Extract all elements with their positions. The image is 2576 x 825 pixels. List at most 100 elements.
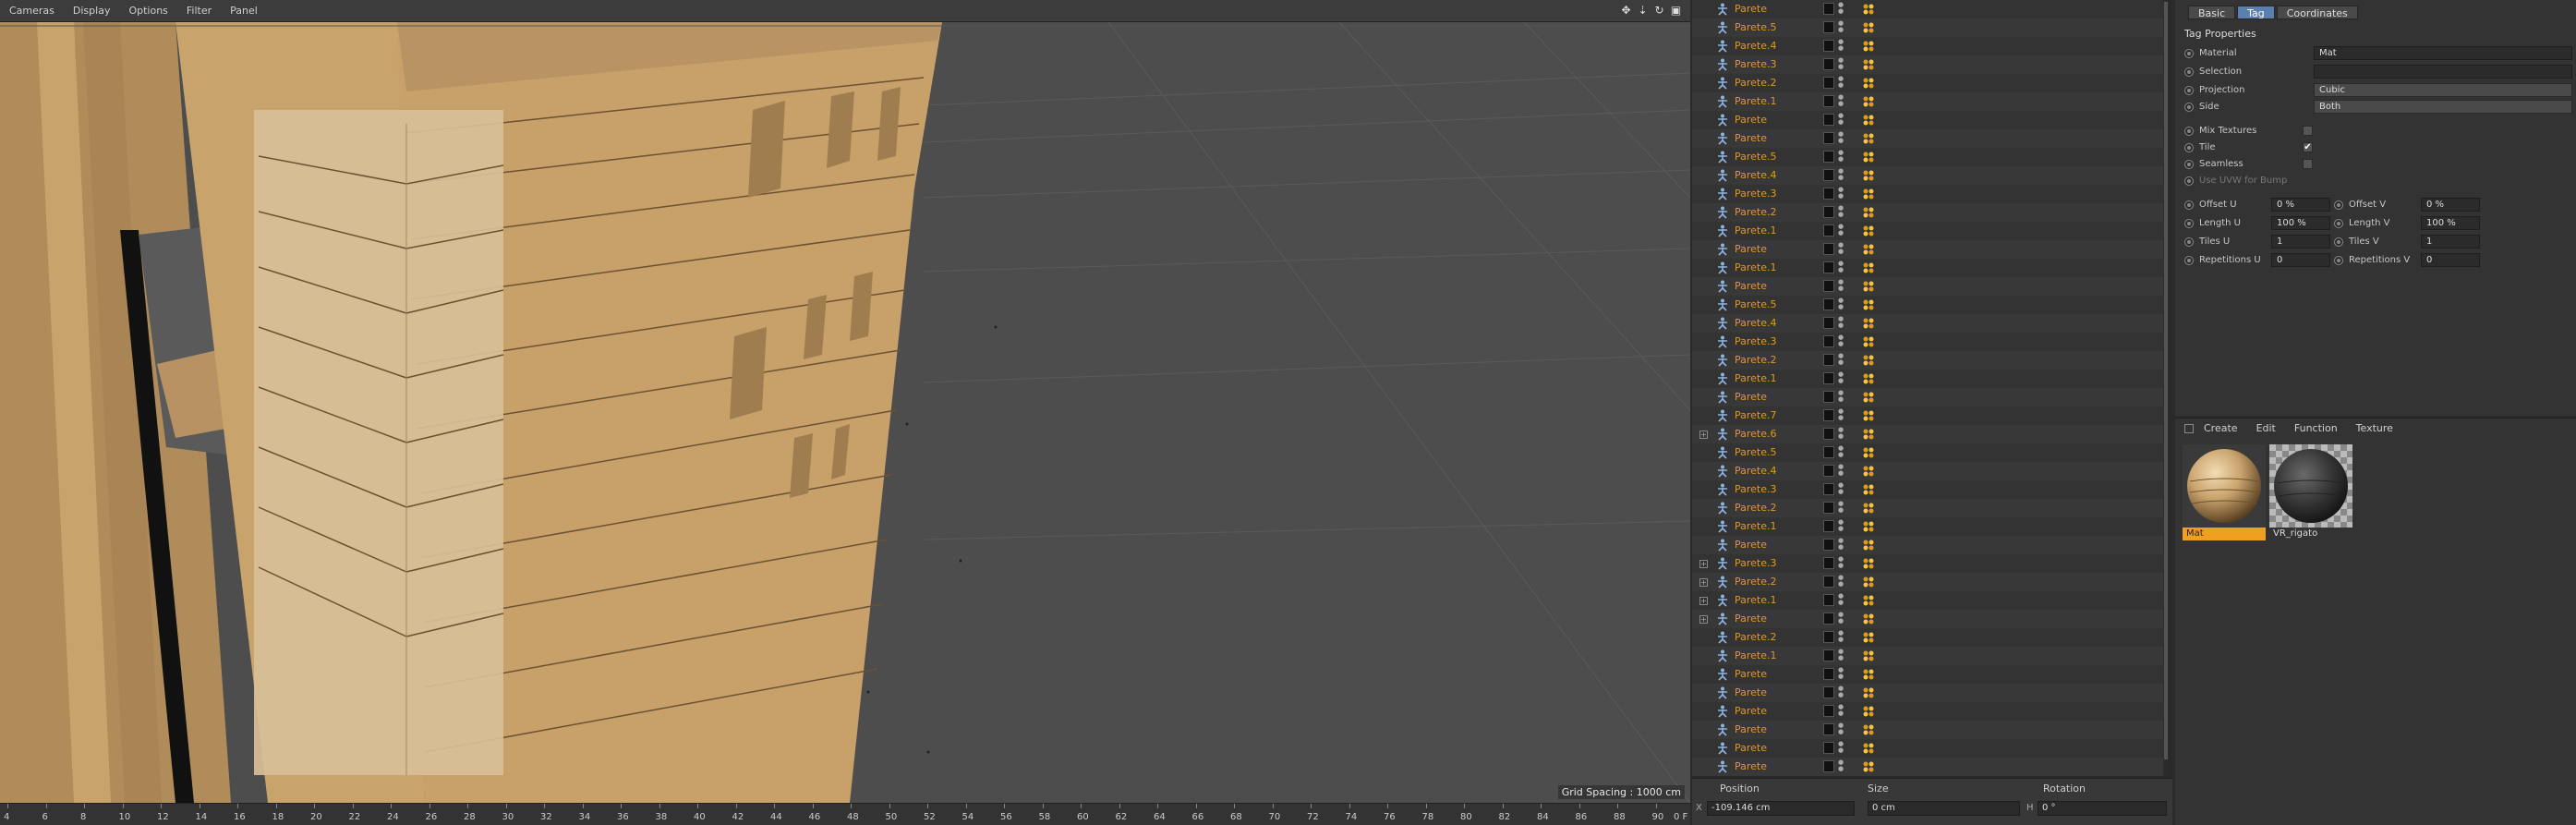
object-name[interactable]: Parete bbox=[1735, 114, 1767, 126]
menu-cameras[interactable]: Cameras bbox=[0, 5, 64, 17]
animate-dot-icon[interactable] bbox=[2334, 200, 2343, 210]
move-view-icon[interactable]: ✥ bbox=[1619, 4, 1633, 18]
visibility-dots-icon[interactable]: ● ● bbox=[1838, 593, 1844, 608]
texture-tag-icon[interactable] bbox=[1862, 613, 1875, 625]
texture-tag-icon[interactable] bbox=[1862, 483, 1875, 496]
object-name[interactable]: Parete bbox=[1735, 280, 1767, 292]
visibility-dots-icon[interactable]: ● ● bbox=[1838, 704, 1844, 719]
3d-scene[interactable] bbox=[0, 22, 1690, 803]
visibility-dots-icon[interactable]: ● ● bbox=[1838, 353, 1844, 368]
texture-tag-icon[interactable] bbox=[1862, 428, 1875, 441]
object-manager-scrollbar[interactable] bbox=[2163, 0, 2169, 776]
visibility-dots-icon[interactable]: ● ● bbox=[1838, 39, 1844, 54]
object-name[interactable]: Parete.2 bbox=[1735, 206, 1777, 218]
object-name[interactable]: Parete.6 bbox=[1735, 428, 1777, 440]
animate-dot-icon[interactable] bbox=[2334, 256, 2343, 265]
animate-dot-icon[interactable] bbox=[2184, 176, 2194, 186]
visibility-dots-icon[interactable]: ● ● bbox=[1838, 649, 1844, 663]
expand-icon[interactable]: + bbox=[1699, 597, 1708, 605]
texture-tag-icon[interactable] bbox=[1862, 354, 1875, 367]
visibility-dots-icon[interactable]: ● ● bbox=[1838, 224, 1844, 238]
texture-tag-icon[interactable] bbox=[1862, 649, 1875, 662]
object-row[interactable]: + Parete ● ● bbox=[1692, 610, 2168, 628]
object-name[interactable]: Parete.4 bbox=[1735, 169, 1777, 181]
object-name[interactable]: Parete.7 bbox=[1735, 409, 1777, 421]
visibility-dots-icon[interactable]: ● ● bbox=[1838, 759, 1844, 774]
animate-dot-icon[interactable] bbox=[2184, 103, 2194, 112]
layer-color-swatch[interactable] bbox=[1823, 760, 1834, 772]
material-swatch-vr-rigato[interactable]: VR_rigato bbox=[2269, 444, 2352, 540]
texture-tag-icon[interactable] bbox=[1862, 391, 1875, 404]
layer-color-swatch[interactable] bbox=[1823, 502, 1834, 514]
texture-tag-icon[interactable] bbox=[1862, 705, 1875, 718]
layer-color-swatch[interactable] bbox=[1823, 298, 1834, 310]
visibility-dots-icon[interactable]: ● ● bbox=[1838, 316, 1844, 331]
object-row[interactable]: + Parete.6 ● ● bbox=[1692, 425, 2168, 443]
texture-tag-icon[interactable] bbox=[1862, 132, 1875, 145]
texture-tag-icon[interactable] bbox=[1862, 631, 1875, 644]
object-name[interactable]: Parete bbox=[1735, 132, 1767, 144]
visibility-dots-icon[interactable]: ● ● bbox=[1838, 630, 1844, 645]
object-name[interactable]: Parete bbox=[1735, 723, 1767, 735]
layer-color-swatch[interactable] bbox=[1823, 224, 1834, 237]
object-name[interactable]: Parete.5 bbox=[1735, 298, 1777, 310]
object-name[interactable]: Parete bbox=[1735, 243, 1767, 255]
texture-tag-icon[interactable] bbox=[1862, 151, 1875, 164]
menu-edit[interactable]: Edit bbox=[2248, 422, 2284, 434]
texture-tag-icon[interactable] bbox=[1862, 723, 1875, 736]
visibility-dots-icon[interactable]: ● ● bbox=[1838, 390, 1844, 405]
viewport[interactable]: Cameras Display Options Filter Panel ✥ ⇣… bbox=[0, 0, 1690, 825]
layer-color-swatch[interactable] bbox=[1823, 335, 1834, 347]
layer-color-swatch[interactable] bbox=[1823, 132, 1834, 144]
tiles-u-field[interactable]: 1 bbox=[2271, 235, 2330, 249]
offset-u-field[interactable]: 0 % bbox=[2271, 198, 2330, 212]
length-v-field[interactable]: 100 % bbox=[2421, 216, 2480, 230]
layer-color-swatch[interactable] bbox=[1823, 594, 1834, 606]
object-name[interactable]: Parete bbox=[1735, 668, 1767, 680]
visibility-dots-icon[interactable]: ● ● bbox=[1838, 168, 1844, 183]
animate-dot-icon[interactable] bbox=[2184, 49, 2194, 58]
object-name[interactable]: Parete.2 bbox=[1735, 576, 1777, 588]
projection-dropdown[interactable]: Cubic bbox=[2314, 83, 2572, 97]
visibility-dots-icon[interactable]: ● ● bbox=[1838, 187, 1844, 201]
visibility-dots-icon[interactable]: ● ● bbox=[1838, 575, 1844, 589]
layer-color-swatch[interactable] bbox=[1823, 354, 1834, 366]
object-name[interactable]: Parete.4 bbox=[1735, 317, 1777, 329]
animate-dot-icon[interactable] bbox=[2184, 256, 2194, 265]
visibility-dots-icon[interactable]: ● ● bbox=[1838, 261, 1844, 275]
layer-color-swatch[interactable] bbox=[1823, 58, 1834, 70]
animate-dot-icon[interactable] bbox=[2184, 143, 2194, 152]
visibility-dots-icon[interactable]: ● ● bbox=[1838, 279, 1844, 294]
texture-tag-icon[interactable] bbox=[1862, 686, 1875, 699]
texture-tag-icon[interactable] bbox=[1862, 188, 1875, 200]
object-row[interactable]: Parete ● ● bbox=[1692, 739, 2168, 758]
object-name[interactable]: Parete.3 bbox=[1735, 58, 1777, 70]
visibility-dots-icon[interactable]: ● ● bbox=[1838, 113, 1844, 127]
texture-tag-icon[interactable] bbox=[1862, 280, 1875, 293]
texture-tag-icon[interactable] bbox=[1862, 206, 1875, 219]
timeline-ruler[interactable]: 4 6 8 10 12 14 16 18 20 22 24 26 28 30 32 34 36 38 40 42 44 4… bbox=[0, 803, 1690, 825]
texture-tag-icon[interactable] bbox=[1862, 372, 1875, 385]
object-row[interactable]: Parete ● ● bbox=[1692, 684, 2168, 702]
texture-tag-icon[interactable] bbox=[1862, 502, 1875, 515]
visibility-dots-icon[interactable]: ● ● bbox=[1838, 741, 1844, 756]
object-row[interactable]: + Parete.3 ● ● bbox=[1692, 554, 2168, 573]
layer-color-swatch[interactable] bbox=[1823, 77, 1834, 89]
object-row[interactable]: Parete.2 ● ● bbox=[1692, 203, 2168, 222]
object-name[interactable]: Parete bbox=[1735, 705, 1767, 717]
layer-color-swatch[interactable] bbox=[1823, 428, 1834, 440]
layer-color-swatch[interactable] bbox=[1823, 409, 1834, 421]
layer-color-swatch[interactable] bbox=[1823, 3, 1834, 15]
visibility-dots-icon[interactable]: ● ● bbox=[1838, 297, 1844, 312]
texture-tag-icon[interactable] bbox=[1862, 243, 1875, 256]
animate-dot-icon[interactable] bbox=[2334, 237, 2343, 247]
scrollbar-thumb[interactable] bbox=[2164, 2, 2168, 759]
object-row[interactable]: Parete.1 ● ● bbox=[1692, 517, 2168, 536]
object-row[interactable]: Parete.4 ● ● bbox=[1692, 37, 2168, 55]
layer-color-swatch[interactable] bbox=[1823, 188, 1834, 200]
menu-filter[interactable]: Filter bbox=[177, 5, 221, 17]
layer-color-swatch[interactable] bbox=[1823, 114, 1834, 126]
visibility-dots-icon[interactable]: ● ● bbox=[1838, 242, 1844, 257]
layer-color-swatch[interactable] bbox=[1823, 95, 1834, 107]
texture-tag-icon[interactable] bbox=[1862, 760, 1875, 773]
